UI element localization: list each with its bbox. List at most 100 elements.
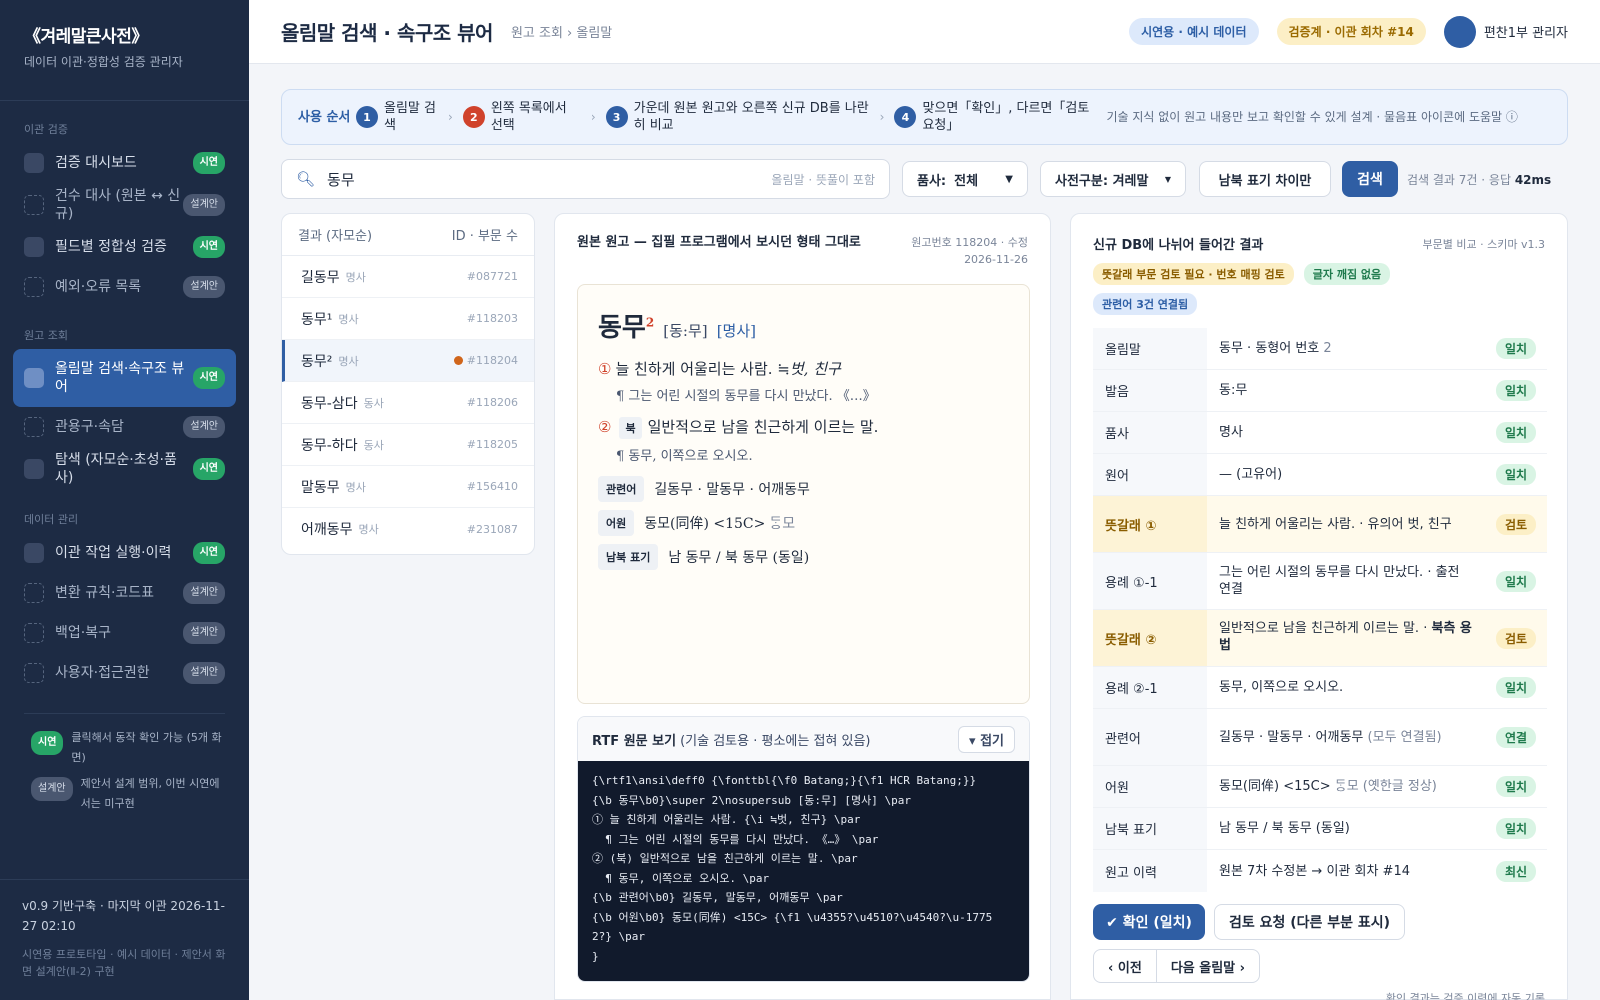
rtf-code: {\rtf1\ansi\deff0 {\fonttbl{\f0 Batang;}… (578, 761, 1029, 981)
table-row-review[interactable]: 뜻갈래 ② 일반적으로 남을 친근하게 이르는 말. · 북측 용법 검토 (1093, 610, 1547, 667)
results-header-right: ID · 부문 수 (451, 229, 518, 244)
dict-filter-value: 사전구분: 겨레말 (1055, 173, 1149, 189)
headword: 동무 (598, 313, 646, 343)
step-text: 왼쪽 목록에서 선택 (490, 101, 567, 133)
guide-note: 기술 지식 없이 원고 내용만 보고 확인할 수 있게 설계 · 물음표 아이콘… (1106, 109, 1518, 124)
result-row[interactable]: 동무-하다 동사 #118205 (282, 424, 534, 466)
result-row[interactable]: 동무¹ 명사 #118203 (282, 298, 534, 340)
table-row[interactable]: 원고 이력 원본 7차 수정본 → 이관 회차 #14 최신 (1093, 850, 1547, 892)
status-badge: 검토 (1495, 627, 1537, 649)
table-row[interactable]: 올림말 동무 · 동형어 번호 2 일치 (1093, 328, 1547, 370)
search-stats-text: 검색 결과 7건 · 응답 (1407, 173, 1515, 187)
result-row-selected[interactable]: 동무² 명사 #118204 (282, 340, 534, 382)
sense-2: ② 북 일반적으로 남을 친근하게 이르는 말. (598, 416, 1009, 439)
new-db-panel: 신규 DB에 나뉘어 들어간 결과 부문별 비교 · 스키마 v1.3 뜻갈래 … (1070, 213, 1568, 1000)
table-row[interactable]: 품사 명사 일치 (1093, 412, 1547, 454)
sidebar-item-users[interactable]: 사용자·접근권한 설계안 (13, 653, 236, 693)
field-value-note: ᄃᆞᆼ모 (옛한글 정상) (1334, 779, 1437, 794)
sidebar-item-count-reconcile[interactable]: 건수 대사 (원본 ↔ 신규) 설계안 (13, 183, 236, 227)
demo-data-badge: 시연용 · 예시 데이터 (1129, 18, 1259, 45)
result-row[interactable]: 어깨동무 명사 #231087 (282, 508, 534, 550)
etymology-label: 어원 (598, 510, 635, 536)
table-row[interactable]: 남북 표기 남 동무 / 북 동무 (동일) 일치 (1093, 808, 1547, 850)
avatar[interactable] (1443, 15, 1476, 48)
sidebar-item-rules[interactable]: 변환 규칙·코드표 설계안 (13, 573, 236, 613)
table-row[interactable]: 용례 ①-1 그는 어린 시절의 동무를 다시 만났다. · 출전 연결 일치 (1093, 553, 1547, 610)
legend-row: 설계안 제안서 설계 범위, 이번 시연에서는 미구현 (24, 774, 225, 814)
result-id: #156410 (466, 480, 518, 493)
breadcrumb[interactable]: 원고 조회 › 올림말 (511, 22, 612, 41)
step-number: 2 (462, 106, 485, 128)
rtf-line: ② (북) 일반적으로 남을 친근하게 이르는 말. \par (592, 852, 858, 865)
prev-entry-button[interactable]: ‹ 이전 (1094, 950, 1156, 982)
field-value-text: 일반적으로 남을 친근하게 이르는 말. · (1219, 621, 1432, 636)
sidebar-item-idioms[interactable]: 관용구·속담 설계안 (13, 407, 236, 447)
result-row[interactable]: 말동무 명사 #156410 (282, 466, 534, 508)
table-row[interactable]: 어원 동모(同侔) <15C> ᄃᆞᆼ모 (옛한글 정상) 일치 (1093, 766, 1547, 808)
table-row[interactable]: 발음 동:무 일치 (1093, 370, 1547, 412)
design-badge: 설계안 (183, 582, 225, 604)
menu-live-icon (24, 543, 44, 563)
result-row[interactable]: 동무-삼다 동사 #118206 (282, 382, 534, 424)
sidebar-item-migration-run[interactable]: 이관 작업 실행·이력 시연 (13, 533, 236, 573)
search-input[interactable] (327, 170, 772, 188)
field-value: 명사 (1219, 425, 1243, 440)
menu-design-icon (24, 417, 44, 437)
response-time: 42ms (1514, 173, 1552, 187)
entry-navigation: ‹ 이전 다음 올림말 › (1093, 949, 1261, 983)
sidebar-item-label: 검증 대시보드 (55, 155, 137, 171)
sidebar-section-title: 원고 조회 (24, 329, 68, 342)
step-number: 1 (356, 106, 378, 128)
sidebar-item-dashboard[interactable]: 검증 대시보드 시연 (13, 143, 236, 183)
legend-row: 시연 클릭해서 동작 확인 가능 (5개 화면) (24, 728, 225, 768)
result-pos: 명사 (358, 523, 379, 536)
search-button[interactable]: 검색 (1342, 161, 1398, 197)
sidebar-item-errors[interactable]: 예외·오류 목록 설계안 (13, 267, 236, 307)
result-row[interactable]: 길동무 명사 #087721 (282, 256, 534, 298)
menu-live-icon (24, 153, 44, 173)
pos-filter-label: 품사: (917, 173, 947, 189)
field-value: 늘 친하게 어울리는 사람. · 유의어 벗, 친구 (1207, 496, 1485, 552)
request-review-button[interactable]: 검토 요청 (다른 부분 표시) (1214, 904, 1405, 940)
status-badge: 일치 (1495, 464, 1537, 485)
field-name: 원어 (1093, 454, 1207, 495)
field-compare-table: 올림말 동무 · 동형어 번호 2 일치 발음 동:무 일치 품사 명사 일치 … (1093, 328, 1547, 892)
status-badge: 검토 (1495, 513, 1537, 535)
old-hangul: ᄃᆞᆼ모 (769, 516, 796, 532)
table-row-review[interactable]: 뜻갈래 ① 늘 친하게 어울리는 사람. · 유의어 벗, 친구 검토 (1093, 496, 1547, 553)
guide-step: 1 올림말 검색 (356, 100, 438, 134)
nk-spelling: 남 동무 / 북 동무 (동일) (668, 550, 810, 566)
pos-filter-select[interactable]: 품사: 전체 ▼ (902, 161, 1028, 197)
table-row[interactable]: 용례 ②-1 동무, 이쪽으로 오시오. 일치 (1093, 667, 1547, 709)
table-row[interactable]: 원어 — (고유어) 일치 (1093, 454, 1547, 496)
search-stats: 검색 결과 7건 · 응답 42ms (1407, 171, 1551, 188)
fold-button[interactable]: ▾ 접기 (958, 725, 1015, 753)
badge-legend: 시연 클릭해서 동작 확인 가능 (5개 화면) 설계안 제안서 설계 범위, … (24, 713, 225, 814)
next-entry-button[interactable]: 다음 올림말 › (1155, 950, 1259, 982)
step-number: 4 (894, 106, 917, 128)
result-id: #118203 (466, 312, 518, 325)
search-box[interactable]: 🔍︎ 올림말 · 뜻풀이 포함 (281, 159, 890, 199)
confirm-match-button[interactable]: ✔ 확인 (일치) (1093, 904, 1205, 940)
field-value: 길동무 · 말동무 · 어깨동무 (모두 연결됨) (1207, 729, 1485, 746)
menu-design-icon (24, 277, 44, 297)
design-badge: 설계안 (183, 276, 225, 298)
db-panel-title: 신규 DB에 나뉘어 들어간 결과 (1093, 238, 1264, 253)
live-badge: 시연 (192, 152, 225, 174)
menu-design-icon (24, 663, 44, 683)
sidebar-item-browse[interactable]: 탐색 (자모순·초성·품사) 시연 (13, 447, 236, 491)
sidebar-item-label: 올림말 검색·속구조 뷰어 (55, 361, 185, 395)
status-badge: 일치 (1495, 776, 1537, 797)
dict-filter-select[interactable]: 사전구분: 겨레말 ▼ (1040, 161, 1186, 197)
sidebar-item-backup[interactable]: 백업·복구 설계안 (13, 613, 236, 653)
page-title: 올림말 검색 · 속구조 뷰어 (281, 21, 493, 45)
table-row[interactable]: 관련어 길동무 · 말동무 · 어깨동무 (모두 연결됨) 연결 (1093, 709, 1547, 766)
chevron-right-icon: › (448, 110, 453, 124)
field-value: 원본 7차 수정본 → 이관 회차 #14 (1219, 863, 1410, 879)
status-badge: 일치 (1495, 338, 1537, 359)
sidebar-item-field-check[interactable]: 필드별 정합성 검증 시연 (13, 227, 236, 267)
sidebar-item-headword-search[interactable]: 올림말 검색·속구조 뷰어 시연 (13, 349, 236, 407)
sidebar-item-label: 건수 대사 (원본 ↔ 신규) (55, 188, 181, 222)
user-name[interactable]: 편찬1부 관리자 (1484, 22, 1568, 41)
nk-diff-toggle[interactable]: 남북 표기 차이만 (1199, 161, 1331, 197)
